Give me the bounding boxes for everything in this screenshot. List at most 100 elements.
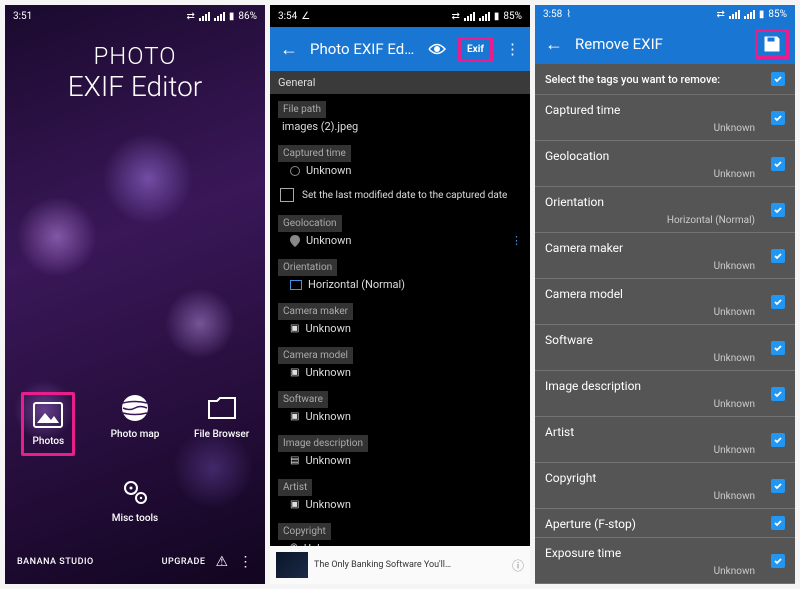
signal-icon xyxy=(479,12,490,21)
app-title: PHOTO EXIF Editor xyxy=(5,42,265,103)
edit-indicator: ∠ xyxy=(301,11,310,22)
appbar-title: Photo EXIF Edi… xyxy=(310,40,416,58)
checkbox-icon xyxy=(771,295,785,309)
tag-row[interactable]: Camera makerUnknown xyxy=(535,233,795,279)
field-label: Camera maker xyxy=(278,303,353,320)
tag-value: Unknown xyxy=(545,261,785,272)
field-label: Camera model xyxy=(278,347,353,364)
tag-row[interactable]: Aperture (F-stop) xyxy=(535,509,795,538)
screen-remove-exif: 3:58 ⌇ ⇄ ▮ 85% ← Remove EXIF Select the … xyxy=(535,5,795,584)
tag-name: Exposure time xyxy=(545,546,785,560)
signal-icon xyxy=(729,10,740,19)
checkbox-icon xyxy=(771,387,785,401)
field-image-description[interactable]: Image description ▤Unknown xyxy=(270,428,530,472)
ad-text: The Only Banking Software You'll… xyxy=(314,560,451,570)
field-value: Horizontal (Normal) xyxy=(278,276,522,291)
remove-exif-panel: Select the tags you want to remove: Capt… xyxy=(535,64,795,584)
folder-icon xyxy=(206,392,238,424)
status-time: 3:54 xyxy=(278,11,297,22)
field-camera-model[interactable]: Camera model ▣Unknown xyxy=(270,340,530,384)
upgrade-link[interactable]: UPGRADE xyxy=(162,557,206,567)
studio-label[interactable]: BANANA STUDIO xyxy=(17,557,94,567)
tag-row[interactable]: GeolocationUnknown xyxy=(535,141,795,187)
field-label: Image description xyxy=(278,435,368,452)
menu-item-misc-tools[interactable]: Misc tools xyxy=(112,476,158,524)
tag-value: Unknown xyxy=(545,307,785,318)
set-modified-date-checkbox[interactable]: Set the last modified date to the captur… xyxy=(270,182,530,208)
title-line2: EXIF Editor xyxy=(5,70,265,103)
checkbox-icon xyxy=(771,341,785,355)
field-label: Artist xyxy=(278,479,312,496)
status-bar: 3:58 ⌇ ⇄ ▮ 85% xyxy=(535,5,795,25)
back-icon[interactable]: ← xyxy=(541,34,567,55)
battery-icon: ▮ xyxy=(229,11,235,22)
tag-value: Unknown xyxy=(545,566,785,577)
menu-item-photo-map[interactable]: Photo map xyxy=(111,392,160,456)
field-software[interactable]: Software ▣Unknown xyxy=(270,384,530,428)
field-geolocation[interactable]: Geolocation Unknown ⋮ xyxy=(270,208,530,252)
tag-row[interactable]: Copyright Unknown xyxy=(535,463,795,509)
tag-row[interactable]: ArtistUnknown xyxy=(535,417,795,463)
main-menu-grid: Photos Photo map File Browser Misc tools xyxy=(5,392,265,524)
menu-item-file-browser[interactable]: File Browser xyxy=(194,392,249,456)
field-label: Orientation xyxy=(278,259,337,276)
menu-item-photos[interactable]: Photos xyxy=(21,392,75,456)
tag-row[interactable]: Exposure time Unknown xyxy=(535,538,795,584)
tag-name: Artist xyxy=(545,425,785,439)
back-icon[interactable]: ← xyxy=(276,39,302,60)
tag-row[interactable]: OrientationHorizontal (Normal) xyxy=(535,187,795,233)
title-line1: PHOTO xyxy=(5,42,265,70)
tag-row[interactable]: Camera modelUnknown xyxy=(535,279,795,325)
wifi-icon: ⇄ xyxy=(452,11,460,22)
screen-main-menu: 3:51 ⇄ ▮ 86% PHOTO EXIF Editor Photos Ph… xyxy=(5,5,265,584)
field-value: images (2).jpeg xyxy=(278,118,522,133)
photos-icon xyxy=(32,399,64,431)
status-time: 3:51 xyxy=(13,11,32,22)
footer-bar: BANANA STUDIO UPGRADE ⚠ ⋮ xyxy=(5,554,265,570)
status-bar: 3:51 ⇄ ▮ 86% xyxy=(5,5,265,27)
battery-pct: 85% xyxy=(768,9,787,20)
field-artist[interactable]: Artist ▣Unknown xyxy=(270,472,530,516)
menu-label: Photos xyxy=(33,436,65,447)
edit-indicator: ⌇ xyxy=(566,9,571,20)
tag-row[interactable]: Image descriptionUnknown xyxy=(535,371,795,417)
exif-fields-list[interactable]: General File path images (2).jpeg Captur… xyxy=(270,71,530,546)
wifi-icon: ⇄ xyxy=(717,9,725,20)
field-label: File path xyxy=(278,101,326,118)
signal-icon xyxy=(214,12,225,21)
tag-value: Unknown xyxy=(545,491,785,502)
field-orientation[interactable]: Orientation Horizontal (Normal) xyxy=(270,252,530,296)
field-copyright[interactable]: Copyright ©Unknown xyxy=(270,516,530,546)
checkbox-icon xyxy=(771,433,785,447)
tag-value: Unknown xyxy=(545,399,785,410)
more-icon[interactable]: ⋮ xyxy=(239,554,254,570)
tag-row[interactable]: SoftwareUnknown xyxy=(535,325,795,371)
warning-icon[interactable]: ⚠ xyxy=(215,554,228,570)
checkbox-icon xyxy=(771,72,785,86)
tag-name: Orientation xyxy=(545,195,785,209)
more-icon[interactable]: ⋮ xyxy=(501,40,524,58)
battery-pct: 86% xyxy=(238,11,257,22)
remove-exif-button[interactable]: Exif xyxy=(458,37,493,62)
appbar-title: Remove EXIF xyxy=(575,35,747,53)
tag-value: Unknown xyxy=(545,123,785,134)
save-button[interactable] xyxy=(755,29,789,59)
geo-more-icon[interactable]: ⋮ xyxy=(511,234,522,247)
tag-name: Copyright xyxy=(545,471,785,485)
checkbox-icon xyxy=(771,479,785,493)
field-camera-maker[interactable]: Camera maker ▣Unknown xyxy=(270,296,530,340)
field-value: ▣Unknown xyxy=(278,320,522,335)
field-file-path[interactable]: File path images (2).jpeg xyxy=(270,94,530,138)
globe-icon xyxy=(119,392,151,424)
ad-banner[interactable]: The Only Banking Software You'll… ⓘ xyxy=(270,546,530,584)
tag-row[interactable]: Captured timeUnknown xyxy=(535,95,795,141)
checkbox-icon xyxy=(280,188,294,202)
tag-value: Unknown xyxy=(545,353,785,364)
tags-list[interactable]: Captured timeUnknownGeolocationUnknownOr… xyxy=(535,95,795,584)
checkbox-label: Set the last modified date to the captur… xyxy=(302,190,507,201)
visibility-icon[interactable] xyxy=(424,42,450,56)
select-all-row[interactable]: Select the tags you want to remove: xyxy=(535,64,795,95)
field-captured-time[interactable]: Captured time Unknown xyxy=(270,138,530,182)
ad-info-icon[interactable]: ⓘ xyxy=(512,557,524,574)
field-value: ▣Unknown xyxy=(278,364,522,379)
